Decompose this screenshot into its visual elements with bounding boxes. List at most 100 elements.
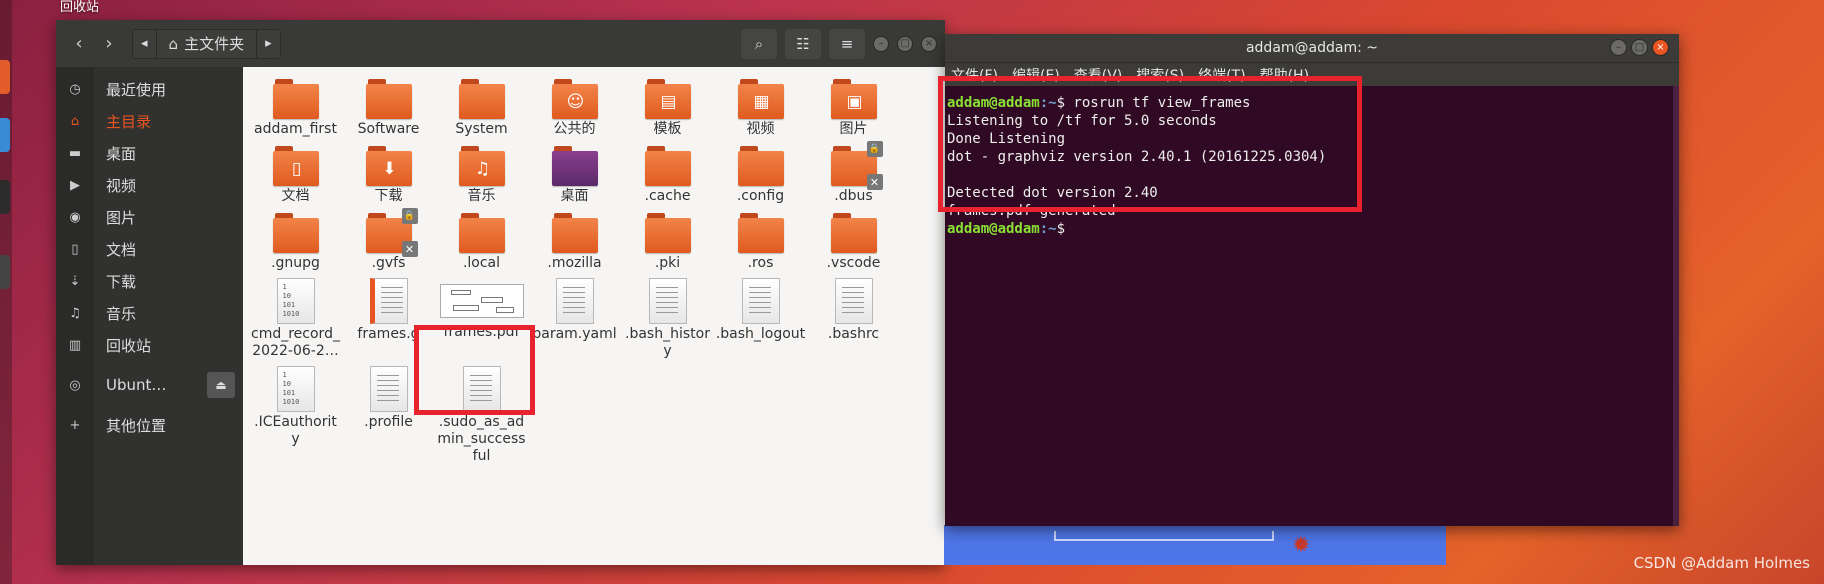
- clock-icon: ◷: [69, 81, 81, 97]
- folder-icon: [272, 213, 319, 253]
- file-name: Software: [357, 121, 420, 137]
- file-item[interactable]: ▤ 模板: [621, 75, 714, 138]
- dock-app-icon[interactable]: [0, 255, 10, 289]
- sidebar-item-label: 最近使用: [106, 80, 167, 99]
- folder-icon: [458, 213, 505, 253]
- file-item[interactable]: ⬇ 下载: [342, 142, 435, 205]
- folder-icon: [272, 79, 319, 119]
- file-name: 下载: [374, 188, 403, 204]
- file-name: param.yaml: [532, 326, 617, 342]
- home-icon: ⌂: [70, 113, 80, 129]
- file-item[interactable]: 🔒 ✕ .gvfs: [342, 208, 435, 272]
- sidebar-item[interactable]: ⌂ 主目录: [56, 105, 243, 137]
- sidebar-item[interactable]: ◉ 图片: [56, 201, 243, 233]
- binary-file-icon: 1 10 101 1010: [276, 278, 315, 324]
- terminal-line-prompt: addam@addam:~$: [947, 220, 1679, 238]
- dock-app-icon[interactable]: [0, 118, 10, 152]
- path-home-button[interactable]: ⌂ 主文件夹: [157, 28, 258, 59]
- file-item[interactable]: ☺ 公共的: [528, 75, 621, 138]
- sidebar-item[interactable]: + 其他位置: [56, 409, 243, 441]
- file-item[interactable]: Software: [342, 75, 435, 138]
- path-left-arrow-icon[interactable]: ◂: [133, 28, 157, 59]
- close-icon[interactable]: ×: [921, 35, 937, 52]
- minimize-icon[interactable]: –: [1610, 39, 1627, 56]
- maximize-icon[interactable]: □: [897, 35, 913, 52]
- sidebar-item[interactable]: ▯ 文档: [56, 233, 243, 265]
- close-icon[interactable]: ×: [1652, 39, 1669, 56]
- music-icon: ♫: [69, 305, 81, 321]
- file-item[interactable]: addam_first: [249, 75, 342, 138]
- file-name: .sudo_as_admin_successful: [437, 414, 526, 464]
- path-home-label: 主文件夹: [184, 35, 245, 53]
- folder-emblem-icon: ▯: [291, 159, 302, 179]
- file-item[interactable]: 1 10 101 1010 cmd_record_2022-06-2…: [249, 276, 342, 360]
- sidebar-item[interactable]: ♫ 音乐: [56, 297, 243, 329]
- folder-icon: 🔒 ✕: [365, 208, 418, 257]
- background-window: ✹: [944, 525, 1446, 565]
- eject-icon[interactable]: ⏏: [207, 372, 235, 398]
- file-name: .ICEauthority: [254, 414, 337, 447]
- lock-icon: 🔒: [866, 141, 883, 157]
- folder-emblem-icon: ▤: [660, 92, 677, 112]
- sidebar-item[interactable]: ◷ 最近使用: [56, 73, 243, 105]
- text-file-icon: [834, 278, 873, 324]
- folder-icon: ▣: [830, 79, 877, 119]
- file-item[interactable]: ♫ 音乐: [435, 142, 528, 205]
- file-name: .pki: [654, 255, 681, 271]
- sidebar-item[interactable]: ▬ 桌面: [56, 137, 243, 169]
- file-item[interactable]: .mozilla: [528, 209, 621, 272]
- menu-icon[interactable]: ≡: [829, 28, 865, 59]
- file-item[interactable]: .cache: [621, 142, 714, 205]
- folder-icon: [644, 213, 691, 253]
- file-item[interactable]: .bashrc: [807, 276, 900, 360]
- file-item[interactable]: .gnupg: [249, 209, 342, 272]
- folder-icon: ▬: [68, 145, 82, 161]
- file-name: .ros: [747, 255, 774, 271]
- sidebar-item-label: 桌面: [106, 144, 137, 163]
- file-name: .cache: [644, 188, 691, 204]
- back-icon[interactable]: ‹: [64, 29, 94, 59]
- folder-icon: [551, 213, 598, 253]
- maximize-icon[interactable]: □: [1631, 39, 1648, 56]
- sidebar-item-label: Ubunt…: [106, 376, 167, 394]
- folder-icon: ☺: [551, 79, 598, 119]
- sidebar-item[interactable]: ◎ Ubunt… ⏏: [56, 369, 243, 401]
- file-item[interactable]: 🔒 ✕ .dbus: [807, 141, 900, 205]
- search-icon[interactable]: ⌕: [741, 28, 777, 59]
- file-item[interactable]: System: [435, 75, 528, 138]
- dock-app-icon[interactable]: [0, 60, 10, 94]
- file-item[interactable]: .vscode: [807, 209, 900, 272]
- sidebar-item-label: 音乐: [106, 304, 137, 323]
- file-item[interactable]: .ros: [714, 209, 807, 272]
- watermark: CSDN @Addam Holmes: [1633, 554, 1810, 572]
- file-item[interactable]: .pki: [621, 209, 714, 272]
- path-right-arrow-icon[interactable]: ▸: [257, 29, 280, 59]
- folder-icon: 🔒 ✕: [830, 141, 883, 190]
- folder-emblem-icon: ☺: [566, 92, 585, 112]
- dock-app-icon[interactable]: [0, 180, 10, 214]
- file-item[interactable]: ▣ 图片: [807, 75, 900, 138]
- file-item[interactable]: param.yaml: [528, 276, 621, 360]
- terminal-scrollbar[interactable]: [1673, 86, 1679, 526]
- file-item[interactable]: ▯ 文档: [249, 142, 342, 205]
- sidebar-item[interactable]: ▥ 回收站: [56, 329, 243, 361]
- sidebar-item[interactable]: ▶ 视频: [56, 169, 243, 201]
- file-name: .bash_logout: [715, 326, 806, 342]
- file-manager-headerbar: ‹ › ◂ ⌂ 主文件夹 ▸ ⌕ ☷ ≡ – □ ×: [56, 20, 945, 67]
- forward-icon[interactable]: ›: [94, 29, 124, 59]
- file-item[interactable]: 1 10 101 1010 .ICEauthority: [249, 364, 342, 465]
- file-item[interactable]: .bash_history: [621, 276, 714, 360]
- file-item[interactable]: .config: [714, 142, 807, 205]
- sidebar-item[interactable]: ⇣ 下载: [56, 265, 243, 297]
- dock: [0, 0, 12, 584]
- folder-icon: ♫: [458, 146, 505, 186]
- file-item[interactable]: ▦ 视频: [714, 75, 807, 138]
- folder-icon: ⬇: [365, 146, 412, 186]
- folder-icon: [551, 146, 598, 186]
- desktop-trash-label: 回收站: [60, 0, 100, 15]
- file-item[interactable]: .local: [435, 209, 528, 272]
- minimize-icon[interactable]: –: [873, 35, 889, 52]
- view-toggle-icon[interactable]: ☷: [785, 28, 821, 59]
- file-item[interactable]: 桌面: [528, 142, 621, 205]
- file-item[interactable]: .bash_logout: [714, 276, 807, 360]
